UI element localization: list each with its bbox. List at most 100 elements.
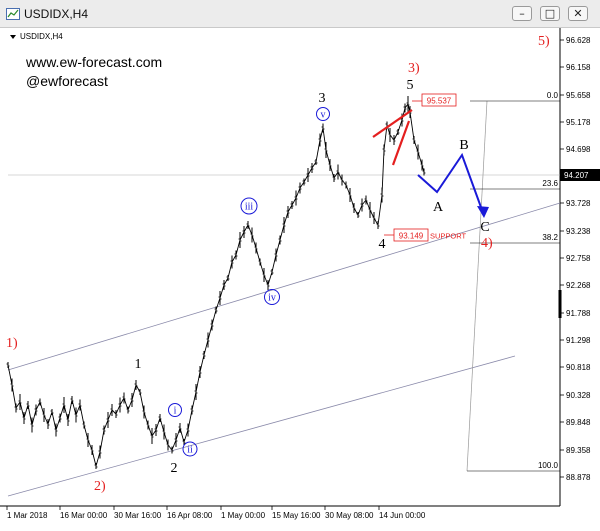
price-tick-label: 95.658 bbox=[566, 91, 591, 100]
price-bar-link bbox=[155, 417, 161, 431]
price-bar-link bbox=[171, 439, 177, 451]
price-bar-link bbox=[31, 409, 37, 426]
price-bar-link bbox=[329, 164, 335, 179]
wave-label-2: 2 bbox=[171, 461, 178, 476]
price-bar-link bbox=[381, 149, 385, 196]
price-bar-link bbox=[295, 187, 301, 199]
price-bar-link bbox=[303, 174, 309, 183]
close-icon: ✕ bbox=[573, 7, 583, 20]
price-chart[interactable]: USDIDX,H4 0.0 23.6 38.2 100.0 95.537 93.… bbox=[0, 28, 600, 531]
price-bar-link bbox=[315, 139, 321, 163]
support-label: SUPPORT bbox=[430, 232, 467, 241]
price-bar-link bbox=[51, 411, 57, 431]
minimize-button[interactable]: – bbox=[512, 6, 532, 21]
watermark-handle: @ewforecast bbox=[26, 73, 108, 89]
window-title: USDIDX,H4 bbox=[24, 7, 89, 21]
wave-label-iv: iv bbox=[268, 293, 276, 304]
price-bar-link bbox=[199, 354, 205, 373]
chart-window[interactable]: USDIDX,H4 – □ ✕ USDIDX,H4 0.0 23.6 38.2 … bbox=[0, 0, 600, 531]
fibo-level-382-label: 38.2 bbox=[542, 233, 558, 242]
price-bar-link bbox=[179, 427, 185, 443]
wave-label-3: 3 bbox=[319, 91, 326, 106]
wave-label-1: 1 bbox=[135, 357, 142, 372]
price-bar-link bbox=[127, 399, 133, 411]
price-bar-link bbox=[417, 151, 423, 166]
price-bar-link bbox=[159, 417, 165, 433]
price-bars bbox=[6, 96, 426, 469]
wave-label-v: v bbox=[321, 110, 326, 121]
price-bar-link bbox=[409, 111, 415, 141]
price-bar-link bbox=[175, 427, 181, 441]
price-bar-link bbox=[79, 404, 85, 426]
price-bar-link bbox=[291, 197, 297, 206]
price-bar-link bbox=[345, 184, 351, 196]
price-bar-link bbox=[139, 391, 145, 413]
price-tick-label: 93.238 bbox=[566, 227, 591, 236]
price-bar-link bbox=[325, 149, 331, 166]
wave-circle-v: v bbox=[316, 107, 330, 121]
chart-info-label: USDIDX,H4 bbox=[20, 32, 63, 41]
price-bar-link bbox=[223, 277, 229, 286]
price-bar-link bbox=[63, 404, 69, 421]
price-bar-link bbox=[311, 161, 317, 169]
time-tick-label: 1 May 00:00 bbox=[221, 511, 266, 520]
time-tick-label: 15 May 16:00 bbox=[272, 511, 321, 520]
wave-circle-iv: iv bbox=[264, 289, 280, 305]
price-bar-link bbox=[243, 224, 249, 233]
price-bar-link bbox=[191, 391, 197, 411]
maximize-icon: □ bbox=[544, 7, 556, 20]
price-axis: 96.628 96.158 95.658 95.178 94.698 93.728 93.2… bbox=[560, 36, 591, 482]
price-tick-label: 92.758 bbox=[566, 254, 591, 263]
price-tick-label: 91.298 bbox=[566, 336, 591, 345]
price-tick-label: 89.358 bbox=[566, 446, 591, 455]
window-titlebar[interactable]: USDIDX,H4 – □ ✕ bbox=[0, 0, 600, 28]
price-bar-link bbox=[207, 324, 213, 341]
price-tick-label: 96.158 bbox=[566, 63, 591, 72]
minimize-icon: – bbox=[519, 7, 525, 20]
wave-label-C: C bbox=[480, 220, 489, 235]
price-bar-link bbox=[7, 364, 13, 386]
fibo-diagonal-line bbox=[466, 100, 488, 472]
price-bar-link bbox=[397, 119, 403, 133]
low-price-label: 93.149 bbox=[399, 232, 424, 241]
price-bar-link bbox=[231, 254, 237, 263]
price-bar-link bbox=[71, 399, 77, 416]
price-bar-link bbox=[99, 429, 105, 453]
price-bar-link bbox=[107, 409, 113, 421]
price-tick-label: 95.178 bbox=[566, 118, 591, 127]
wave-label-iii: iii bbox=[245, 202, 254, 213]
price-bar-link bbox=[357, 204, 363, 216]
price-bar-link bbox=[119, 397, 125, 406]
price-bar-link bbox=[377, 194, 383, 226]
price-bar-link bbox=[47, 411, 53, 425]
price-bar-link bbox=[283, 211, 289, 226]
price-bar-link bbox=[143, 411, 149, 426]
red-trendline-upper bbox=[372, 109, 413, 138]
price-tick-label: 88.878 bbox=[566, 473, 591, 482]
time-tick-label: 14 Jun 00:00 bbox=[379, 511, 426, 520]
maximize-button[interactable]: □ bbox=[540, 6, 560, 21]
time-tick-label: 16 Mar 00:00 bbox=[60, 511, 108, 520]
price-bar-link bbox=[131, 384, 137, 401]
price-bar-link bbox=[279, 224, 285, 241]
price-bar-link bbox=[349, 194, 355, 209]
time-tick-label: 16 Apr 08:00 bbox=[167, 511, 213, 520]
high-price-label: 95.537 bbox=[427, 97, 452, 106]
current-price-label: 94.207 bbox=[564, 171, 589, 180]
price-bar-link bbox=[299, 181, 305, 189]
price-bar-link bbox=[39, 401, 45, 416]
price-bar-link bbox=[67, 399, 73, 421]
wave-label-r2: 2) bbox=[94, 479, 106, 494]
price-bar-link bbox=[75, 404, 81, 416]
fibo-level-236-label: 23.6 bbox=[542, 179, 558, 188]
price-bar-link bbox=[215, 297, 221, 311]
price-bar-link bbox=[235, 239, 241, 256]
watermark-site: www.ew-forecast.com bbox=[26, 54, 163, 70]
fibo-level-0-label: 0.0 bbox=[547, 91, 559, 100]
price-tick-label: 96.628 bbox=[566, 36, 591, 45]
price-bar-link bbox=[91, 449, 97, 467]
close-button[interactable]: ✕ bbox=[568, 6, 588, 21]
price-bar-link bbox=[103, 419, 109, 431]
wave-label-i: i bbox=[174, 406, 177, 417]
price-bar-link bbox=[147, 424, 153, 437]
